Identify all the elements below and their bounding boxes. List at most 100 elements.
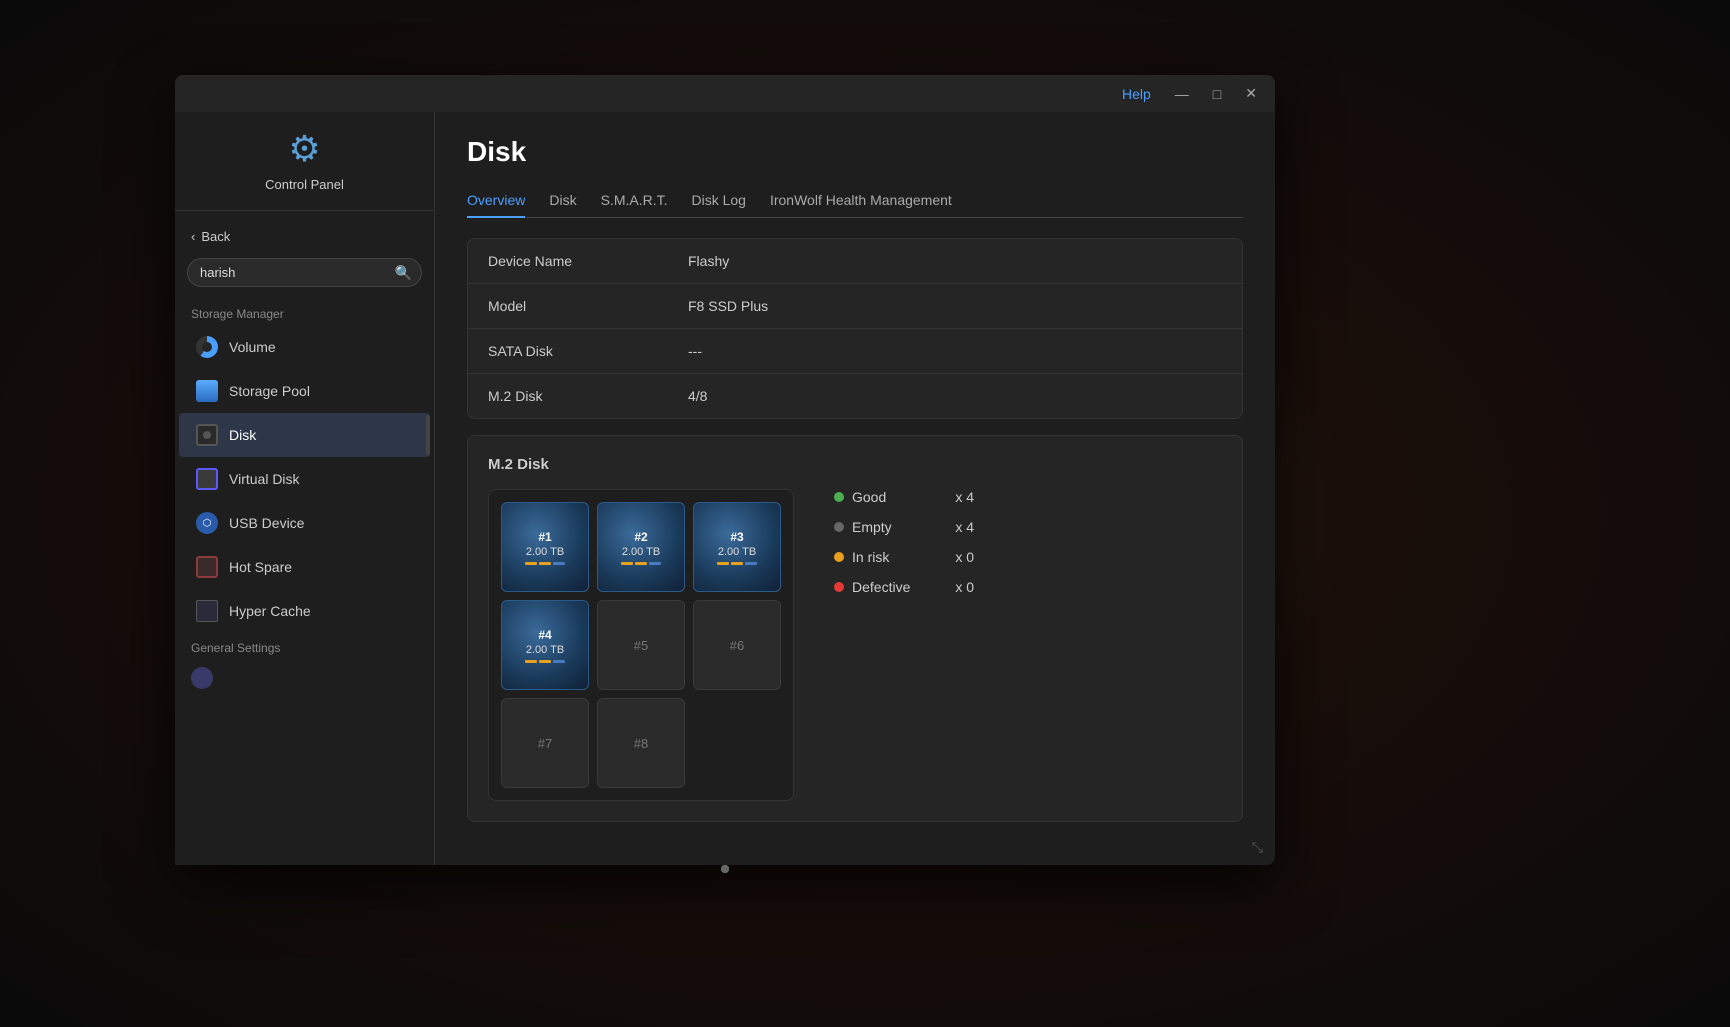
device-name-value: Flashy	[688, 253, 729, 269]
device-name-label: Device Name	[488, 253, 688, 269]
storage-pool-label: Storage Pool	[229, 383, 310, 399]
disk-slot-2[interactable]: #2 2.00 TB	[597, 502, 685, 592]
disk-slot-1-bar	[525, 562, 565, 565]
m2-disk-section: M.2 Disk #1 2.00 TB	[467, 435, 1243, 822]
sidebar-item-hot-spare[interactable]: Hot Spare	[179, 545, 430, 589]
disk-slot-3-number: #3	[730, 530, 743, 544]
disk-slot-7[interactable]: #7	[501, 698, 589, 788]
disk-slot-4-size: 2.00 TB	[526, 644, 564, 656]
back-label: Back	[201, 229, 230, 244]
legend-empty-dot	[834, 522, 844, 532]
model-value: F8 SSD Plus	[688, 298, 768, 314]
disk-slot-5[interactable]: #5	[597, 600, 685, 690]
sidebar-header: ⚙ Control Panel	[175, 128, 434, 211]
tabs-container: Overview Disk S.M.A.R.T. Disk Log IronWo…	[467, 184, 1243, 218]
disk-slot-container-6: #6	[693, 600, 781, 690]
usb-device-label: USB Device	[229, 515, 304, 531]
sidebar-item-storage-pool[interactable]: Storage Pool	[179, 369, 430, 413]
tab-disk-log[interactable]: Disk Log	[692, 184, 746, 218]
disk-slot-container-3: #3 2.00 TB	[693, 502, 781, 592]
volume-icon	[195, 335, 219, 359]
hot-spare-icon	[195, 555, 219, 579]
search-box: 🔍	[187, 258, 422, 287]
disk-slot-4-bar	[525, 660, 565, 663]
legend-in-risk: In risk x 0	[834, 549, 974, 565]
sata-disk-row: SATA Disk ---	[468, 329, 1242, 374]
disk-grid-wrapper: #1 2.00 TB	[488, 489, 794, 801]
disk-slot-container-7: #7	[501, 698, 589, 788]
disk-slot-container-4: #4 2.00 TB	[501, 600, 589, 690]
storage-manager-section-label: Storage Manager	[175, 299, 434, 325]
disk-legend: Good x 4 Empty x 4	[814, 489, 974, 595]
disk-slot-container-1: #1 2.00 TB	[501, 502, 589, 592]
disk-content: #1 2.00 TB	[488, 489, 1222, 801]
disk-slot-6[interactable]: #6	[693, 600, 781, 690]
page-header: Disk Overview Disk S.M.A.R.T. Disk Log I…	[435, 112, 1275, 218]
model-label: Model	[488, 298, 688, 314]
sidebar-item-usb-device[interactable]: ⬡ USB Device	[179, 501, 430, 545]
sidebar-item-disk[interactable]: Disk	[179, 413, 430, 457]
disk-slot-3[interactable]: #3 2.00 TB	[693, 502, 781, 592]
tab-overview[interactable]: Overview	[467, 184, 525, 218]
hyper-cache-label: Hyper Cache	[229, 603, 311, 619]
legend-empty-count: x 4	[944, 519, 974, 535]
disk-slot-3-size: 2.00 TB	[718, 546, 756, 558]
legend-defective: Defective x 0	[834, 579, 974, 595]
disk-slot-container-5: #5	[597, 600, 685, 690]
virtual-disk-icon	[195, 467, 219, 491]
sidebar-item-hyper-cache[interactable]: Hyper Cache	[179, 589, 430, 633]
sidebar-item-virtual-disk[interactable]: Virtual Disk	[179, 457, 430, 501]
disk-slot-8-number: #8	[634, 736, 648, 751]
minimize-button[interactable]: —	[1169, 84, 1195, 104]
hot-spare-label: Hot Spare	[229, 559, 292, 575]
disk-slot-1-number: #1	[538, 530, 551, 544]
storage-pool-icon	[195, 379, 219, 403]
m2-disk-row: M.2 Disk 4/8	[468, 374, 1242, 418]
tab-ironwolf[interactable]: IronWolf Health Management	[770, 184, 952, 218]
control-panel-label: Control Panel	[265, 177, 344, 192]
disk-slot-8[interactable]: #8	[597, 698, 685, 788]
legend-defective-dot	[834, 582, 844, 592]
search-icon: 🔍	[395, 264, 412, 281]
volume-label: Volume	[229, 339, 276, 355]
help-button[interactable]: Help	[1116, 84, 1157, 104]
maximize-button[interactable]: □	[1207, 84, 1227, 104]
legend-defective-count: x 0	[944, 579, 974, 595]
sata-disk-label: SATA Disk	[488, 343, 688, 359]
resize-handle[interactable]: ⤡	[435, 835, 1271, 861]
disk-slot-5-number: #5	[634, 638, 648, 653]
tab-smart[interactable]: S.M.A.R.T.	[601, 184, 668, 218]
sata-disk-value: ---	[688, 343, 702, 359]
legend-good-count: x 4	[944, 489, 974, 505]
disk-slot-3-bar	[717, 562, 757, 565]
search-input[interactable]	[187, 258, 422, 287]
legend-good-label: Good	[852, 489, 886, 505]
close-button[interactable]: ✕	[1239, 83, 1263, 104]
page-title: Disk	[467, 136, 1243, 168]
tab-disk[interactable]: Disk	[549, 184, 576, 218]
content-area: Device Name Flashy Model F8 SSD Plus SAT…	[435, 218, 1275, 839]
legend-good-dot	[834, 492, 844, 502]
titlebar: Help — □ ✕	[175, 75, 1275, 112]
disk-slot-container-2: #2 2.00 TB	[597, 502, 685, 592]
disk-label: Disk	[229, 427, 256, 443]
main-content: Disk Overview Disk S.M.A.R.T. Disk Log I…	[435, 112, 1275, 865]
disk-item-icon	[195, 423, 219, 447]
disk-grid: #1 2.00 TB	[501, 502, 781, 788]
gear-icon: ⚙	[191, 128, 418, 170]
back-button[interactable]: ‹ Back	[175, 223, 434, 250]
legend-in-risk-count: x 0	[944, 549, 974, 565]
disk-slot-1[interactable]: #1 2.00 TB	[501, 502, 589, 592]
disk-slot-4-number: #4	[538, 628, 551, 642]
legend-in-risk-label: In risk	[852, 549, 889, 565]
m2-disk-title: M.2 Disk	[488, 456, 1222, 473]
disk-slot-2-bar	[621, 562, 661, 565]
hyper-cache-icon	[195, 599, 219, 623]
sidebar-item-volume[interactable]: Volume	[179, 325, 430, 369]
legend-good: Good x 4	[834, 489, 974, 505]
window-body: ⚙ Control Panel ‹ Back 🔍 Storage Manager…	[175, 112, 1275, 865]
disk-slot-container-8: #8	[597, 698, 685, 788]
legend-empty-label: Empty	[852, 519, 892, 535]
disk-slot-4[interactable]: #4 2.00 TB	[501, 600, 589, 690]
general-settings-section-label: General Settings	[175, 633, 434, 659]
